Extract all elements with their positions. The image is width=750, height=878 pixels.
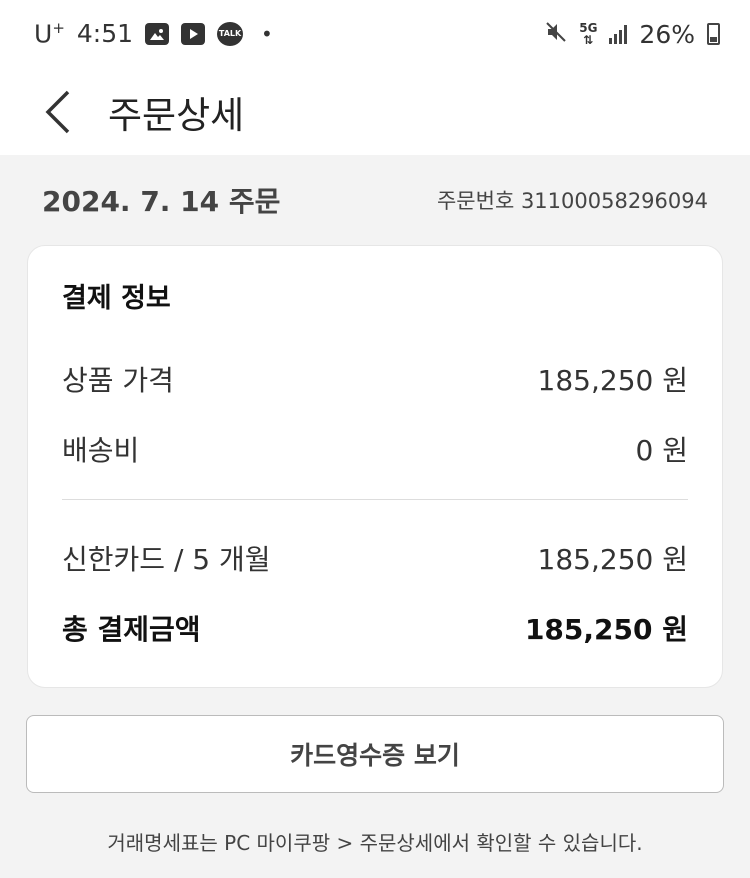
card-payment-label: 신한카드 / 5 개월 — [62, 543, 271, 576]
gallery-icon — [145, 22, 170, 45]
shipping-fee-label: 배송비 — [62, 434, 140, 467]
back-button[interactable] — [28, 82, 88, 142]
order-info: 2024. 7. 14 주문 주문번호 31100058296094 — [0, 155, 750, 245]
carrier-name: U — [34, 19, 53, 49]
chevron-left-icon — [45, 90, 70, 133]
order-number: 주문번호 31100058296094 — [436, 189, 708, 213]
carrier: U+ — [34, 19, 65, 48]
status-right: 5G ⇅ 26% — [545, 20, 720, 49]
youtube-icon — [181, 22, 206, 45]
product-price-row: 상품 가격 185,250 원 — [62, 359, 688, 399]
invoice-note: 거래명세표는 PC 마이쿠팡 > 주문상세에서 확인할 수 있습니다. — [107, 831, 643, 855]
app-header: 주문상세 — [0, 68, 750, 155]
page-title: 주문상세 — [108, 93, 245, 137]
notification-dot: • — [261, 21, 273, 46]
total-payment-label: 총 결제금액 — [62, 613, 201, 646]
mute-icon — [545, 20, 567, 49]
signal-icon — [609, 24, 628, 44]
network-5g-icon: 5G ⇅ — [579, 21, 598, 47]
order-date: 2024. 7. 14 주문 — [42, 185, 281, 218]
carrier-plus: + — [52, 19, 65, 38]
card-payment-row: 신한카드 / 5 개월 185,250 원 — [62, 538, 688, 578]
network-label: 5G — [579, 21, 598, 35]
product-price-value: 185,250 원 — [537, 364, 688, 397]
shipping-fee-value: 0 원 — [635, 434, 688, 467]
top-area: U+ 4:51 TALK • 5G ⇅ 26% 주문상세 — [0, 0, 750, 155]
clock: 4:51 — [76, 19, 134, 49]
card-payment-value: 185,250 원 — [537, 543, 688, 576]
divider — [62, 499, 688, 500]
total-payment-value: 185,250 원 — [524, 613, 688, 646]
card-receipt-button[interactable]: 카드영수증 보기 — [26, 715, 724, 793]
status-left: U+ 4:51 TALK • — [34, 19, 273, 48]
product-price-label: 상품 가격 — [62, 364, 174, 397]
payment-info-title: 결제 정보 — [62, 283, 171, 314]
kakaotalk-icon: TALK — [217, 21, 244, 46]
shipping-fee-row: 배송비 0 원 — [62, 429, 688, 469]
battery-percent: 26% — [639, 19, 695, 49]
battery-icon — [707, 23, 720, 45]
status-bar: U+ 4:51 TALK • 5G ⇅ 26% — [0, 0, 750, 68]
payment-info-card: 결제 정보 상품 가격 185,250 원 배송비 0 원 신한카드 / 5 개… — [27, 245, 723, 688]
total-payment-row: 총 결제금액 185,250 원 — [62, 608, 688, 648]
